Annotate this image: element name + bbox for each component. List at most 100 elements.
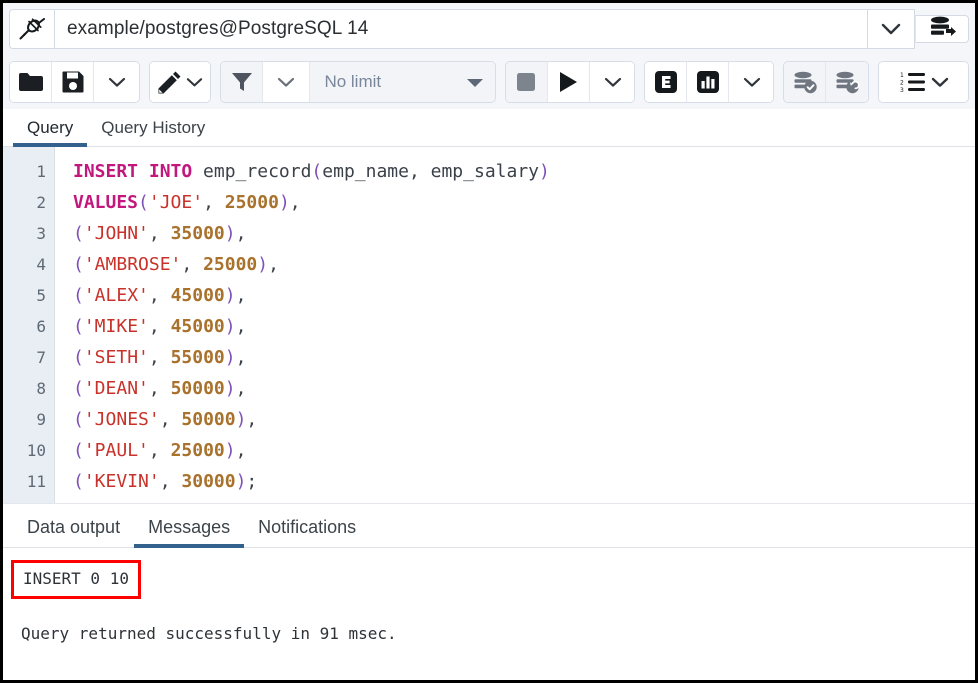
line-number: 4 — [3, 249, 54, 280]
query-status-message: Query returned successfully in 91 msec. — [13, 623, 975, 645]
svg-text:2: 2 — [900, 80, 904, 87]
code-token: , — [181, 254, 203, 275]
code-token: ( — [73, 409, 84, 430]
edit-options-caret[interactable] — [186, 77, 203, 88]
connection-title[interactable]: example/postgres@PostgreSQL 14 — [54, 9, 868, 49]
code-token: ) — [225, 285, 236, 306]
code-token: , — [236, 347, 247, 368]
code-line: VALUES('JOE', 25000), — [73, 187, 975, 218]
execute-button-group — [505, 61, 635, 103]
macros-button[interactable]: 123 — [879, 62, 969, 102]
line-number: 8 — [3, 373, 54, 404]
explain-button[interactable] — [645, 62, 687, 102]
filter-icon — [231, 71, 253, 93]
row-limit-value: No limit — [324, 72, 381, 92]
connection-selector[interactable]: example/postgres@PostgreSQL 14 — [9, 9, 915, 49]
open-file-button[interactable] — [10, 62, 52, 102]
edit-button[interactable] — [150, 62, 210, 102]
save-options-caret[interactable] — [94, 62, 140, 102]
code-token: , — [160, 409, 182, 430]
chevron-down-icon — [604, 77, 622, 88]
explain-analyze-button[interactable] — [687, 62, 729, 102]
chevron-down-icon — [108, 77, 126, 88]
code-token: , — [203, 192, 225, 213]
connection-bar: example/postgres@PostgreSQL 14 — [3, 3, 975, 55]
code-token: 25000 — [203, 254, 257, 275]
code-token: , — [149, 378, 171, 399]
tab-notifications[interactable]: Notifications — [244, 517, 370, 547]
plug-icon — [9, 9, 54, 49]
line-number: 7 — [3, 342, 54, 373]
open-file-icon — [18, 72, 44, 92]
code-token: 55000 — [171, 347, 225, 368]
tab-query-history[interactable]: Query History — [87, 118, 219, 146]
code-token: , — [149, 285, 171, 306]
database-connect-icon[interactable] — [915, 15, 969, 43]
pencil-icon — [158, 70, 182, 94]
sql-code-area[interactable]: INSERT INTO emp_record(emp_name, emp_sal… — [55, 147, 975, 503]
code-line: ('SETH', 55000), — [73, 342, 975, 373]
execute-options-caret[interactable] — [590, 62, 635, 102]
code-token: ) — [225, 316, 236, 337]
sql-editor[interactable]: 1234567891011 INSERT INTO emp_record(emp… — [3, 147, 975, 504]
code-token: emp_record — [203, 161, 311, 182]
tab-messages[interactable]: Messages — [134, 517, 244, 547]
code-token: 'JONES' — [84, 409, 160, 430]
macros-caret-icon[interactable] — [931, 77, 949, 88]
commit-button[interactable] — [784, 62, 826, 102]
explain-chart-icon — [696, 70, 720, 94]
filter-options-caret[interactable] — [263, 62, 310, 102]
pgadmin-query-tool-window: example/postgres@PostgreSQL 14 — [0, 0, 978, 683]
line-number: 10 — [3, 435, 54, 466]
code-token: 'DEAN' — [84, 378, 149, 399]
filter-button[interactable] — [221, 62, 263, 102]
code-token: , — [290, 192, 301, 213]
editor-tabstrip: Query Query History — [3, 109, 975, 147]
file-button-group — [9, 61, 140, 103]
stop-query-button[interactable] — [506, 62, 548, 102]
code-token: 35000 — [171, 223, 225, 244]
code-token: , — [236, 223, 247, 244]
query-toolbar: No limit — [3, 55, 975, 109]
code-token: ( — [73, 378, 84, 399]
rollback-button[interactable] — [826, 62, 868, 102]
line-number: 3 — [3, 218, 54, 249]
code-token: , — [149, 440, 171, 461]
code-token: , — [236, 440, 247, 461]
explain-options-caret[interactable] — [729, 62, 774, 102]
line-number: 1 — [3, 156, 54, 187]
code-token: , — [149, 316, 171, 337]
code-token: 25000 — [171, 440, 225, 461]
code-token: 30000 — [181, 471, 235, 492]
code-token: 'JOE' — [149, 192, 203, 213]
code-token: 50000 — [181, 409, 235, 430]
code-token: ) — [225, 223, 236, 244]
macros-button-group: 123 — [878, 61, 969, 103]
tab-data-output[interactable]: Data output — [13, 517, 134, 547]
code-line: ('MIKE', 45000), — [73, 311, 975, 342]
code-token: , — [236, 316, 247, 337]
execute-query-button[interactable] — [548, 62, 590, 102]
caret-down-solid-icon — [466, 77, 484, 88]
save-file-button[interactable] — [52, 62, 94, 102]
code-token: ; — [246, 471, 257, 492]
code-line: ('KEVIN', 30000); — [73, 466, 975, 497]
code-token: ( — [73, 254, 84, 275]
code-token: emp_name, emp_salary — [322, 161, 539, 182]
code-token: , — [160, 471, 182, 492]
code-token: ) — [236, 471, 247, 492]
code-token: VALUES — [73, 192, 138, 213]
code-token: ( — [311, 161, 322, 182]
code-token: ( — [73, 347, 84, 368]
chevron-down-icon[interactable] — [868, 9, 915, 49]
code-token: ) — [225, 440, 236, 461]
stop-square-icon — [516, 72, 536, 92]
tab-query[interactable]: Query — [13, 118, 87, 146]
row-limit-select[interactable]: No limit — [310, 62, 495, 102]
code-token: , — [268, 254, 279, 275]
line-number: 9 — [3, 404, 54, 435]
code-token: , — [149, 223, 171, 244]
results-tabstrip: Data output Messages Notifications — [3, 504, 975, 548]
code-token: 'AMBROSE' — [84, 254, 182, 275]
code-token: , — [236, 285, 247, 306]
